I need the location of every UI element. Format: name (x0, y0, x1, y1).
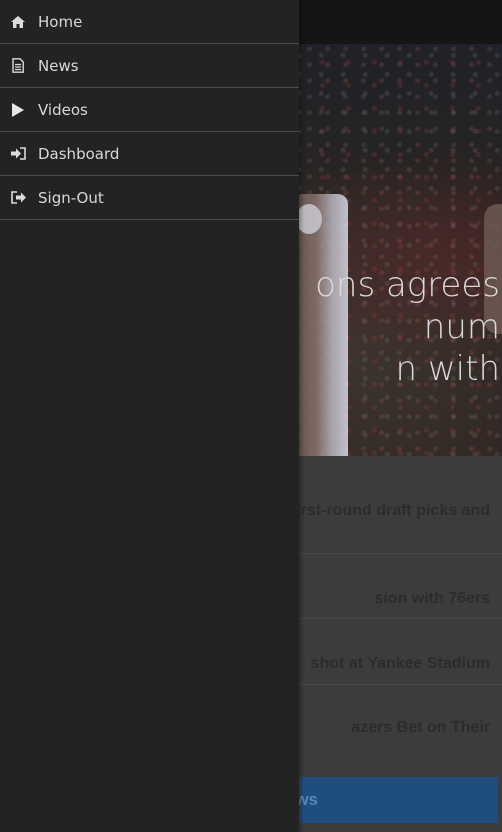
sign-out-icon (10, 190, 26, 206)
drawer-item-news[interactable]: News (0, 44, 299, 88)
drawer-item-label: Dashboard (38, 144, 120, 163)
drawer-item-label: News (38, 56, 79, 75)
drawer-item-label: Videos (38, 100, 88, 119)
drawer-item-videos[interactable]: Videos (0, 88, 299, 132)
drawer-item-dashboard[interactable]: Dashboard (0, 132, 299, 176)
drawer-item-sign-out[interactable]: Sign-Out (0, 176, 299, 220)
drawer-menu: Home News Videos Dashboard Sign-Out (0, 0, 299, 220)
home-icon (10, 14, 26, 30)
drawer-item-label: Sign-Out (38, 188, 104, 207)
sign-in-icon (10, 146, 26, 162)
play-icon (10, 102, 26, 118)
home-icon-glyph (11, 15, 25, 28)
drawer-item-label: Home (38, 12, 83, 31)
play-icon-glyph (12, 102, 24, 117)
drawer-item-home[interactable]: Home (0, 0, 299, 44)
navigation-drawer: Home News Videos Dashboard Sign-Out (0, 0, 299, 832)
document-icon-glyph (12, 58, 24, 73)
sign-out-icon-glyph (10, 191, 26, 204)
document-icon (10, 58, 26, 74)
sign-in-icon-glyph (10, 147, 26, 160)
